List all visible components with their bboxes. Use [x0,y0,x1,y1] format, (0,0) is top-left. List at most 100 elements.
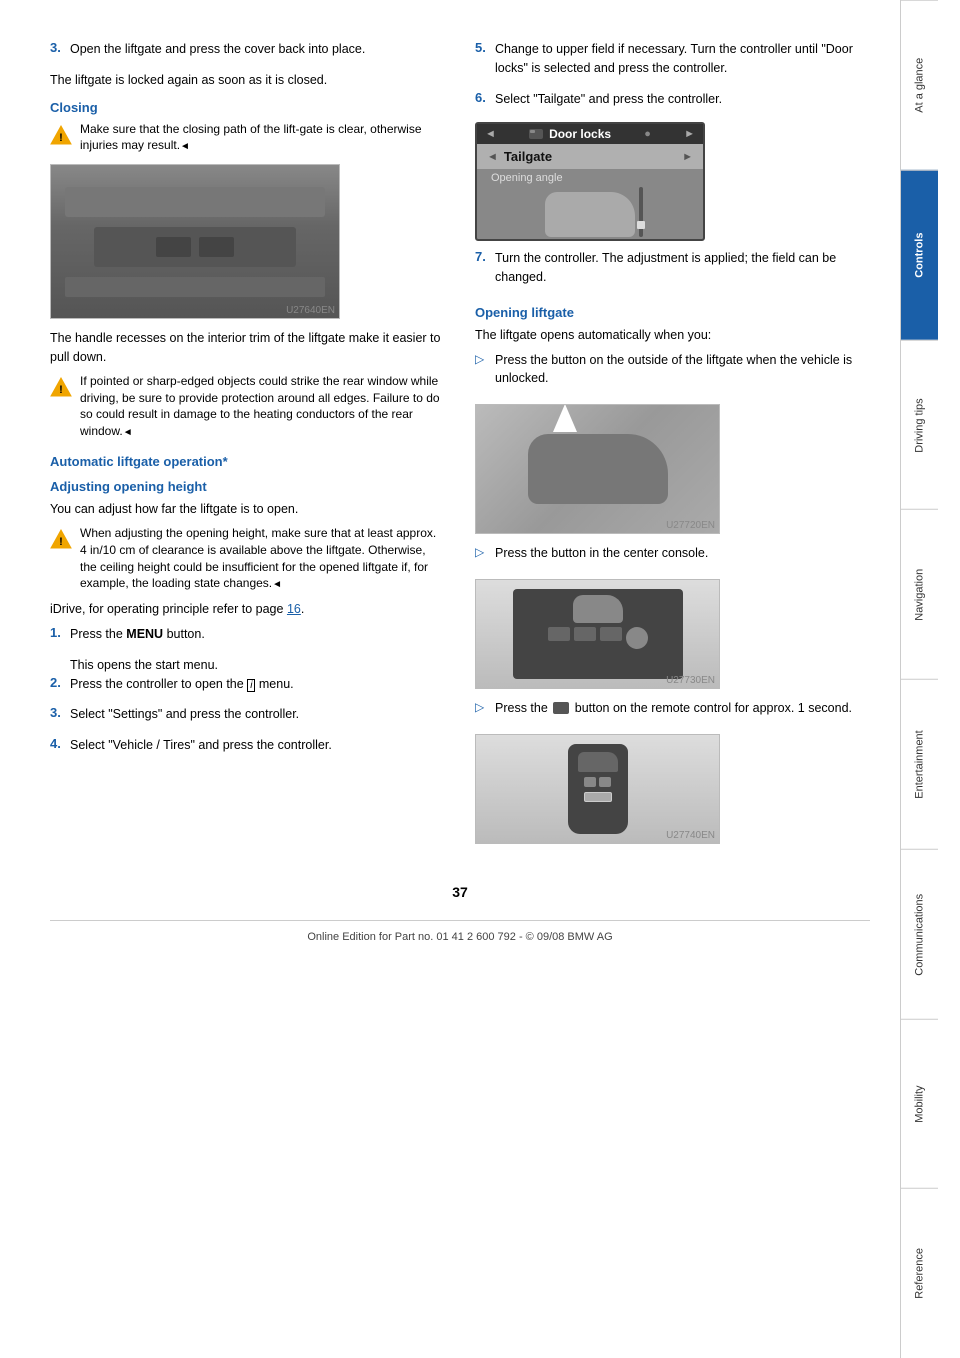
right-column: 5. Change to upper field if necessary. T… [475,40,870,854]
arrow-item-3: ▷ Press the button on the remote control… [475,699,870,724]
closing-warning-box: ! Make sure that the closing path of the… [50,121,445,155]
screen-left-arrow: ◄ [485,128,496,140]
sidebar: At a glance Controls Driving tips Naviga… [900,0,938,1358]
screen-top-bar: ◄ Door locks ● ► [477,124,703,144]
remote-btn-2 [599,777,611,787]
closing-warning-text: Make sure that the closing path of the l… [80,121,445,155]
step-3-note: The liftgate is locked again as soon as … [50,71,445,90]
remote-car-icon [578,752,618,772]
adjust-warning-box: ! When adjusting the opening height, mak… [50,525,445,592]
step-2-num: 2. [50,675,64,700]
console-knob [626,627,648,649]
screen-tailgate-left: ◄ [487,151,498,163]
car-icon-console [573,595,623,623]
svg-text:!: ! [59,384,63,396]
car-open-image: U27720EN [475,404,720,534]
warning-triangle-icon-3: ! [50,529,72,549]
car-open-label: U27720EN [666,520,715,531]
step-4-item: 4. Select "Vehicle / Tires" and press th… [50,736,445,761]
arrow-sym-2: ▷ [475,545,489,559]
svg-text:!: ! [59,536,63,548]
console-btn-1 [548,627,570,641]
auto-liftgate-heading: Automatic liftgate operation* [50,454,445,469]
sharp-objects-text: If pointed or sharp-edged objects could … [80,373,445,440]
arrow-text-2: Press the button in the center console. [495,544,708,563]
opening-liftgate-heading: Opening liftgate [475,305,870,320]
step-5-num: 5. [475,40,489,84]
image1-caption: The handle recesses on the interior trim… [50,329,445,367]
arrow-item-1: ▷ Press the button on the outside of the… [475,351,870,395]
sidebar-item-entertainment[interactable]: Entertainment [901,679,938,849]
sidebar-item-controls[interactable]: Controls [901,170,938,340]
step-2-item: 2. Press the controller to open the i me… [50,675,445,700]
console-image: U27730EN [475,579,720,689]
screen-right-arrow: ► [684,128,695,140]
step-3b-item: 3. Select "Settings" and press the contr… [50,705,445,730]
opening-liftgate-intro: The liftgate opens automatically when yo… [475,326,870,345]
idrive-ref: iDrive, for operating principle refer to… [50,600,445,619]
step-6-num: 6. [475,90,489,115]
remote-body [568,744,628,834]
screen-title: Door locks [549,127,611,141]
console-btn-2 [574,627,596,641]
warning-triangle-icon: ! [50,125,72,145]
sidebar-item-mobility[interactable]: Mobility [901,1019,938,1189]
step-3-text: Open the liftgate and press the cover ba… [70,40,365,59]
step-3-num: 3. [50,40,64,65]
step-1-sub-text: This opens the start menu. [70,658,218,672]
sidebar-item-at-a-glance[interactable]: At a glance [901,0,938,170]
step-1-sub: This opens the start menu. [70,656,445,675]
adjust-intro: You can adjust how far the liftgate is t… [50,500,445,519]
step-2-text: Press the controller to open the i menu. [70,675,294,694]
step-1-text: Press the MENU button. [70,625,205,644]
step-1-item: 1. Press the MENU button. [50,625,445,650]
adjusting-heading: Adjusting opening height [50,479,445,494]
remote-label: U27740EN [666,830,715,841]
remote-btn-row-2 [584,792,612,802]
door-locks-screen: ◄ Door locks ● ► ◄ Tailgat [475,122,705,241]
remote-image: U27740EN [475,734,720,844]
step-6-text: Select "Tailgate" and press the controll… [495,90,722,109]
step-7-num: 7. [475,249,489,293]
console-label: U27730EN [666,675,715,686]
sidebar-item-communications[interactable]: Communications [901,849,938,1019]
step-7-item: 7. Turn the controller. The adjustment i… [475,249,870,293]
two-col-layout: 3. Open the liftgate and press the cover… [50,40,870,854]
sidebar-item-driving-tips[interactable]: Driving tips [901,340,938,510]
step-4-num: 4. [50,736,64,761]
image1-label: U27640EN [286,305,335,316]
arrow-sym-1: ▷ [475,352,489,366]
page-footer-text: Online Edition for Part no. 01 41 2 600 … [50,920,870,953]
idrive-page-link[interactable]: 16 [287,602,301,616]
arrow-text-3: Press the button on the remote control f… [495,699,852,718]
step-1-num: 1. [50,625,64,650]
opening-angle-label: Opening angle [483,169,697,187]
left-column: 3. Open the liftgate and press the cover… [50,40,445,854]
svg-text:!: ! [59,132,63,144]
adjust-warning-text: When adjusting the opening height, make … [80,525,445,592]
screen-car-section: Opening angle [477,169,703,239]
footer-area: 37 Online Edition for Part no. 01 41 2 6… [50,884,870,953]
step-3-item: 3. Open the liftgate and press the cover… [50,40,445,65]
step-3b-text: Select "Settings" and press the controll… [70,705,299,724]
console-btn-3 [600,627,622,641]
page-container: 3. Open the liftgate and press the cover… [0,0,960,1358]
remote-btn-highlighted [584,792,612,802]
main-content: 3. Open the liftgate and press the cover… [0,0,900,1358]
screen-settings-icon: ● [644,128,651,140]
step-5-item: 5. Change to upper field if necessary. T… [475,40,870,84]
screen-tailgate-right: ► [682,151,693,163]
remote-btn-1 [584,777,596,787]
sidebar-item-reference[interactable]: Reference [901,1188,938,1358]
remote-btn-row-1 [584,777,611,787]
step-3b-num: 3. [50,705,64,730]
arrow-text-1: Press the button on the outside of the l… [495,351,870,389]
sharp-objects-warning-box: ! If pointed or sharp-edged objects coul… [50,373,445,440]
step-6-item: 6. Select "Tailgate" and press the contr… [475,90,870,115]
liftgate-interior-image: U27640EN [50,164,340,319]
step-4-text: Select "Vehicle / Tires" and press the c… [70,736,332,755]
step-5-text: Change to upper field if necessary. Turn… [495,40,870,78]
arrow-item-2: ▷ Press the button in the center console… [475,544,870,569]
warning-triangle-icon-2: ! [50,377,72,397]
sidebar-item-navigation[interactable]: Navigation [901,509,938,679]
